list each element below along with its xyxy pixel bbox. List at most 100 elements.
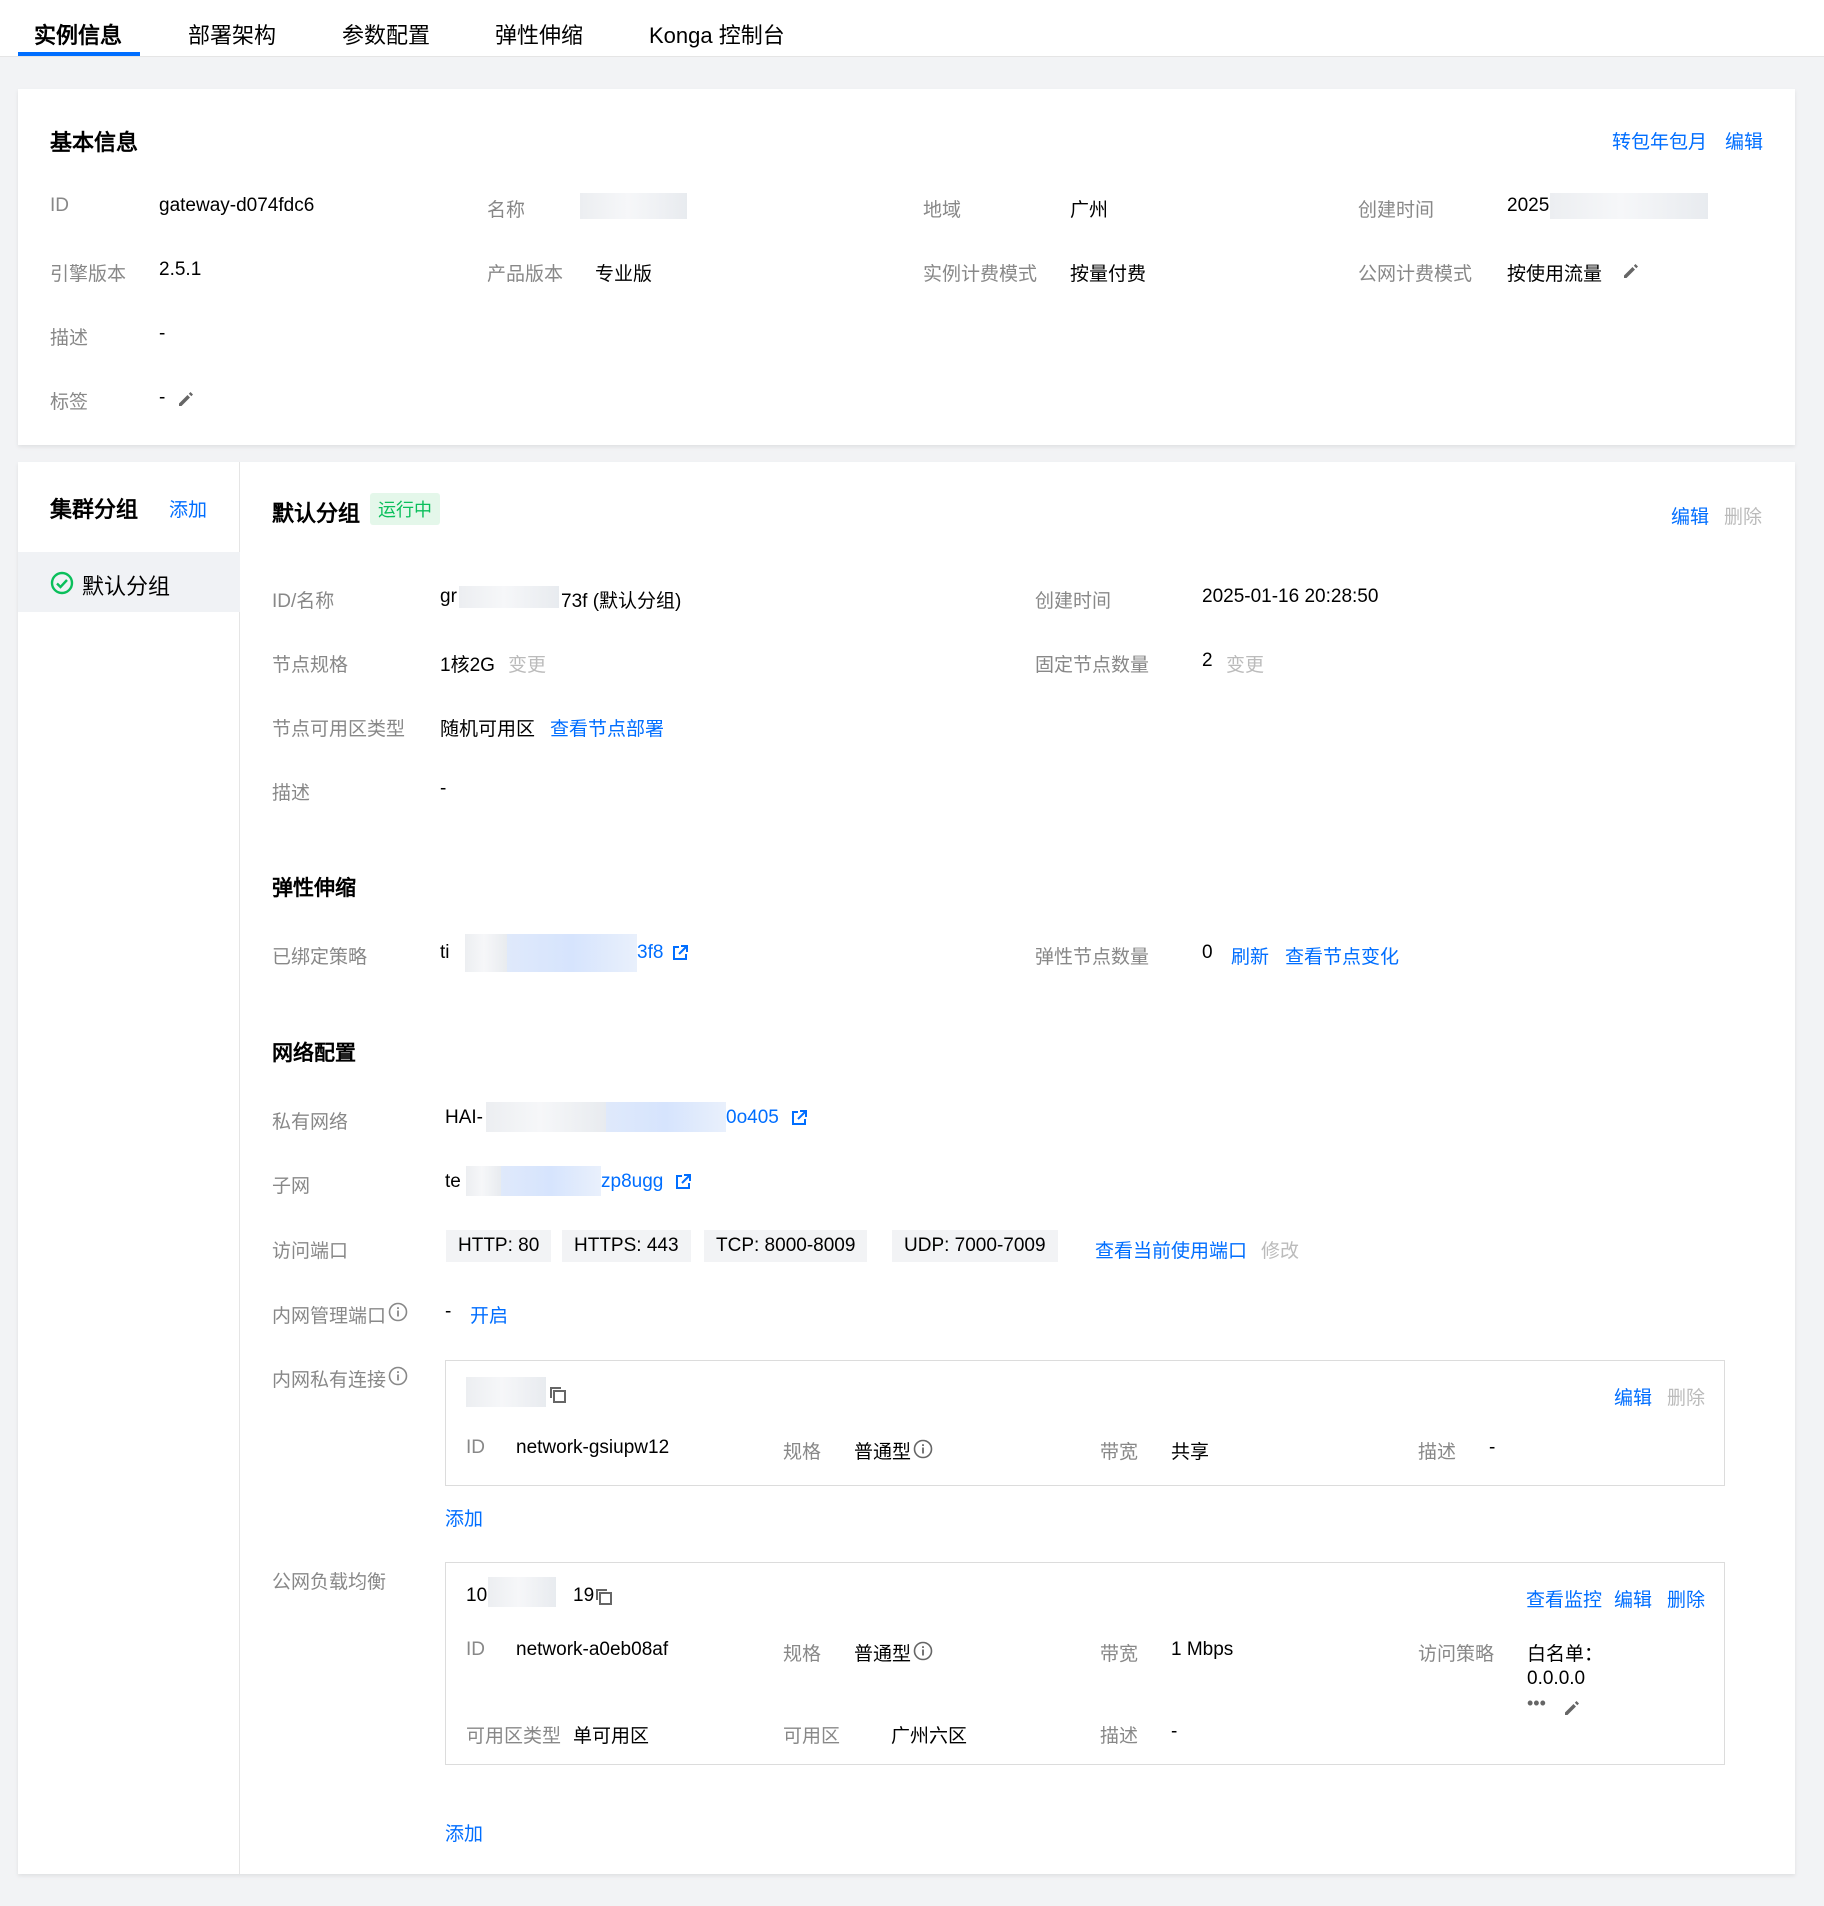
delete-private-conn-link: 删除 (1667, 1388, 1706, 1409)
created-value-redacted (1550, 193, 1708, 219)
vpc-link[interactable]: 0o405 (726, 1107, 779, 1129)
region-value: 广州 (1070, 200, 1109, 221)
edit-tags-pencil-icon[interactable] (177, 390, 195, 408)
lb-spec-info-icon[interactable] (913, 1641, 933, 1661)
add-private-conn-link[interactable]: 添加 (445, 1504, 483, 1531)
name-value-redacted (580, 193, 687, 219)
cluster-group-card: 集群分组 添加 默认分组 默认分组 运行中 编辑 删除 ID/名称 gr 73f… (18, 462, 1795, 1874)
cluster-group-title: 集群分组 (50, 497, 139, 522)
enable-mgmt-link[interactable]: 开启 (470, 1301, 508, 1328)
scaling-section-title: 弹性伸缩 (272, 877, 356, 900)
id-name-label: ID/名称 (272, 591, 335, 612)
edit-lb-link[interactable]: 编辑 (1614, 1585, 1652, 1612)
convert-prepaid-link[interactable]: 转包年包月 (1612, 127, 1707, 154)
info-icon[interactable] (388, 1302, 408, 1322)
vpc-redacted-grey (486, 1102, 606, 1132)
created-value: 2025 (1507, 195, 1550, 216)
lb-policy-more[interactable]: ••• (1527, 1693, 1546, 1714)
lb-policy-edit-icon[interactable] (1563, 1699, 1581, 1717)
private-conn-info-icon[interactable] (388, 1366, 408, 1386)
copy-icon[interactable] (548, 1385, 568, 1405)
add-public-lb-link[interactable]: 添加 (445, 1819, 483, 1846)
pc-spec-value: 普通型 (854, 1442, 912, 1463)
lb-policy-value-1: 白名单： (1527, 1644, 1604, 1665)
fixed-nodes-value: 2 (1202, 650, 1213, 671)
policy-redacted-blue (507, 934, 637, 972)
edit-group-link[interactable]: 编辑 (1671, 502, 1709, 529)
view-monitor-link[interactable]: 查看监控 (1526, 1585, 1602, 1612)
lb-ip-prefix: 10 (466, 1585, 488, 1606)
mgmt-port-label: 内网管理端口 (272, 1306, 387, 1327)
created-label: 创建时间 (1358, 200, 1435, 221)
lb-policy-label: 访问策略 (1418, 1644, 1495, 1665)
lb-zone-type-value: 单可用区 (573, 1726, 650, 1747)
engine-version-value: 2.5.1 (159, 259, 202, 280)
refresh-link[interactable]: 刷新 (1231, 942, 1269, 969)
port-tag-http: HTTP: 80 (446, 1230, 552, 1262)
policy-redacted-grey (465, 934, 507, 972)
port-tag-https: HTTPS: 443 (562, 1230, 691, 1262)
subnet-external-link-icon[interactable] (674, 1173, 692, 1191)
port-tag-udp: UDP: 7000-7009 (892, 1230, 1058, 1262)
external-link-icon[interactable] (671, 944, 689, 962)
copy-ip-icon[interactable] (594, 1587, 614, 1607)
fixed-nodes-label: 固定节点数量 (1035, 655, 1150, 676)
pc-id-label: ID (466, 1437, 485, 1458)
pc-desc-label: 描述 (1418, 1442, 1457, 1463)
delete-group-link: 删除 (1724, 507, 1763, 528)
view-node-changes-link[interactable]: 查看节点变化 (1285, 942, 1399, 969)
subnet-redacted-grey (466, 1166, 501, 1196)
lb-id-label: ID (466, 1639, 485, 1660)
tab-deployment[interactable]: 部署架构 (188, 18, 276, 50)
view-node-deploy-link[interactable]: 查看节点部署 (550, 714, 664, 741)
private-conn-name-redacted (466, 1377, 546, 1407)
product-version-value: 专业版 (595, 264, 653, 285)
product-version-label: 产品版本 (487, 264, 564, 285)
modify-ports-link: 修改 (1261, 1241, 1300, 1262)
tab-instance-info[interactable]: 实例信息 (34, 18, 122, 50)
lb-zone-value: 广州六区 (891, 1726, 968, 1747)
bound-policy-link[interactable]: 3f8 (637, 942, 663, 964)
mgmt-port-value: - (445, 1301, 452, 1322)
vpc-external-link-icon[interactable] (790, 1109, 808, 1127)
edit-private-conn-link[interactable]: 编辑 (1614, 1383, 1652, 1410)
lb-spec-value: 普通型 (854, 1644, 912, 1665)
delete-lb-link[interactable]: 删除 (1667, 1585, 1705, 1612)
lb-spec-label: 规格 (783, 1644, 822, 1665)
tab-autoscaling[interactable]: 弹性伸缩 (495, 18, 583, 50)
check-circle-icon (50, 571, 74, 595)
pc-spec-label: 规格 (783, 1442, 822, 1463)
description-value: - (159, 323, 166, 344)
sidebar-item-default-group[interactable]: 默认分组 (18, 552, 240, 612)
tab-parameters[interactable]: 参数配置 (342, 18, 430, 50)
ports-label: 访问端口 (272, 1241, 349, 1262)
group-desc-value: - (440, 778, 447, 799)
lb-policy-value-2: 0.0.0.0 (1527, 1668, 1586, 1689)
bound-policy-prefix: ti (440, 942, 450, 963)
lb-id-value: network-a0eb08af (516, 1639, 669, 1660)
tags-label: 标签 (50, 392, 89, 413)
edit-pencil-icon[interactable] (1622, 262, 1640, 280)
net-billing-label: 公网计费模式 (1358, 264, 1473, 285)
fixed-nodes-change: 变更 (1226, 655, 1265, 676)
elastic-nodes-label: 弹性节点数量 (1035, 947, 1150, 968)
group-sidebar: 集群分组 添加 默认分组 (18, 462, 240, 1874)
pc-bw-value: 共享 (1171, 1442, 1210, 1463)
subnet-link[interactable]: zp8ugg (601, 1171, 663, 1193)
vpc-prefix: HAI- (445, 1107, 483, 1128)
active-tab-indicator (18, 52, 140, 56)
pc-spec-info-icon[interactable] (913, 1439, 933, 1459)
private-conn-label: 内网私有连接 (272, 1370, 387, 1391)
vpc-redacted-blue (606, 1102, 726, 1132)
public-lb-card: 10 19 查看监控 编辑 删除 ID network-a0eb08af 规格 … (445, 1562, 1725, 1765)
tab-konga-console[interactable]: Konga 控制台 (649, 18, 785, 50)
vpc-label: 私有网络 (272, 1112, 349, 1133)
pc-id-value: network-gsiupw12 (516, 1437, 670, 1458)
edit-basic-link[interactable]: 编辑 (1725, 127, 1763, 154)
lb-bw-label: 带宽 (1100, 1644, 1139, 1665)
add-group-link[interactable]: 添加 (169, 495, 207, 522)
lb-desc-value: - (1171, 1721, 1178, 1742)
view-ports-link[interactable]: 查看当前使用端口 (1095, 1236, 1247, 1263)
basic-info-title: 基本信息 (50, 130, 139, 155)
network-section-title: 网络配置 (272, 1042, 356, 1065)
